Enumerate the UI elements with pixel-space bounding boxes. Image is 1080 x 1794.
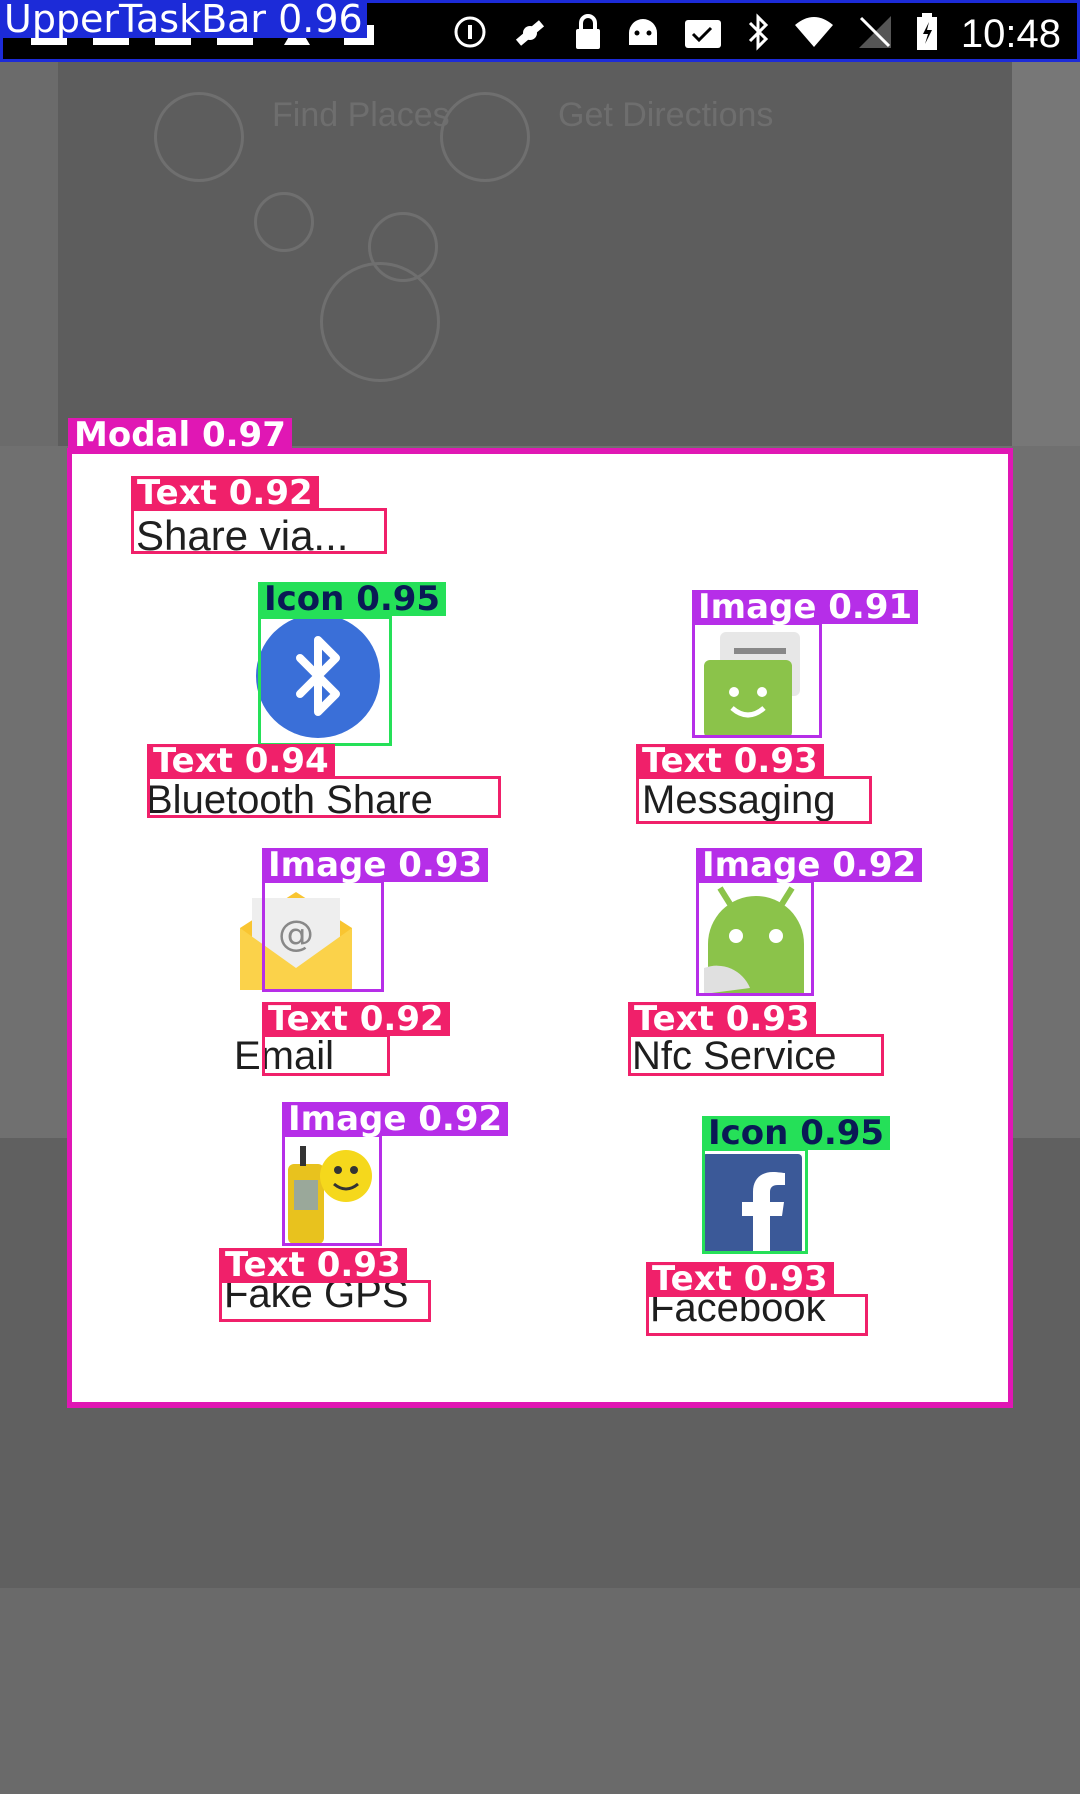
no-signal-icon <box>857 14 893 54</box>
screen: Find Places Get Directions 10:48 UpperTa… <box>0 0 1080 1794</box>
android-icon <box>625 15 661 53</box>
share-target-label: Messaging <box>642 778 836 822</box>
map-ring-decoration <box>320 262 440 382</box>
email-app-icon: @ <box>236 884 356 994</box>
bluetooth-icon <box>256 614 380 738</box>
share-target-label: Nfc Service <box>632 1034 837 1078</box>
system-icons: 10:48 <box>453 11 1061 57</box>
info-icon <box>453 15 487 53</box>
clipboard-icon <box>683 14 723 54</box>
share-target-messaging[interactable]: Messaging <box>632 614 932 824</box>
background-tab-find-places: Find Places <box>272 96 450 134</box>
share-target-fake-gps[interactable]: Fake GPS <box>222 1140 482 1330</box>
share-target-nfc[interactable]: Nfc Service <box>628 884 928 1084</box>
share-dialog: Share via... Bluetooth Share Messaging @… <box>68 450 1012 1406</box>
background-tab-get-directions: Get Directions <box>558 96 774 134</box>
share-target-label: Facebook <box>650 1286 826 1330</box>
share-target-label: Fake GPS <box>224 1272 409 1316</box>
share-target-label: Bluetooth Share <box>146 778 433 822</box>
clock: 10:48 <box>960 11 1061 56</box>
facebook-icon <box>702 1154 802 1254</box>
share-target-bluetooth[interactable]: Bluetooth Share <box>132 614 512 824</box>
wifi-icon <box>793 15 835 53</box>
detection-label-taskbar: UpperTaskBar 0.96 <box>0 0 367 38</box>
fake-gps-icon <box>282 1140 382 1248</box>
fake-location-icon <box>509 11 551 57</box>
messaging-app-icon <box>690 624 810 744</box>
get-directions-icon <box>440 92 530 182</box>
svg-text:@: @ <box>278 914 314 955</box>
nfc-service-icon <box>700 884 812 994</box>
background-bottom <box>0 1588 1080 1794</box>
bluetooth-icon <box>745 13 771 55</box>
share-target-facebook[interactable]: Facebook <box>646 1154 906 1344</box>
map-ring-decoration <box>254 192 314 252</box>
share-target-label: Email <box>234 1034 335 1078</box>
find-places-icon <box>154 92 244 182</box>
lock-icon <box>573 13 603 55</box>
battery-icon <box>915 12 939 56</box>
share-target-email[interactable]: @ Email <box>232 884 492 1084</box>
dialog-title: Share via... <box>136 512 349 559</box>
background-header: Find Places Get Directions <box>58 62 1012 446</box>
